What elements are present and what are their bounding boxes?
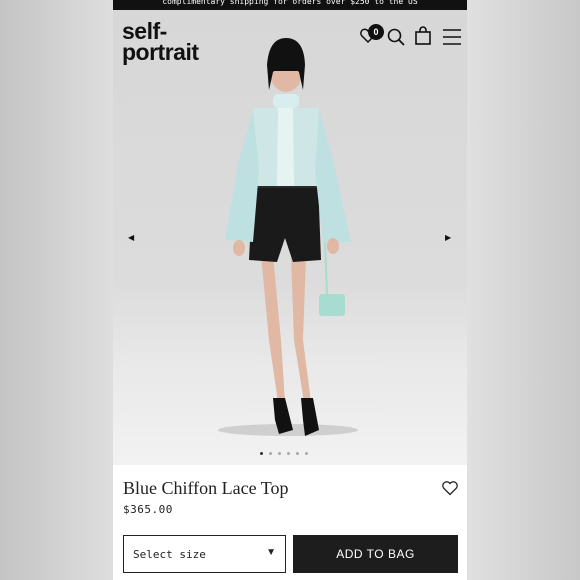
left-sleeve — [225, 110, 259, 242]
model-photo — [218, 38, 358, 436]
product-price: $365.00 — [123, 503, 173, 516]
gallery-dot[interactable] — [278, 452, 281, 455]
product-hero-image[interactable] — [113, 10, 467, 465]
handbag — [319, 294, 345, 316]
gallery-next-arrow[interactable]: ▶ — [445, 233, 451, 242]
size-select[interactable]: Select size ▼ — [123, 535, 286, 573]
gallery-dot[interactable] — [296, 452, 299, 455]
chevron-down-icon: ▼ — [266, 547, 276, 558]
product-title: Blue Chiffon Lace Top — [123, 478, 289, 498]
black-shorts — [249, 180, 321, 262]
brand-logo[interactable]: self- portrait — [122, 20, 199, 65]
promo-banner: complimentary shipping for orders over $… — [113, 0, 467, 10]
left-leg — [261, 255, 285, 402]
gallery-pagination — [260, 452, 308, 455]
gallery-dot[interactable] — [269, 452, 272, 455]
background-left — [0, 0, 113, 580]
left-hand — [233, 240, 245, 256]
right-leg — [291, 255, 311, 402]
right-sleeve — [315, 110, 351, 242]
size-select-label: Select size — [133, 548, 206, 561]
add-to-wishlist-heart-icon[interactable] — [441, 479, 459, 497]
bag-strap — [324, 241, 328, 296]
lace-panel — [277, 108, 294, 186]
mobile-page: complimentary shipping for orders over $… — [113, 0, 467, 580]
logo-line-2: portrait — [122, 39, 199, 65]
menu-icon[interactable] — [442, 28, 462, 46]
gallery-dot[interactable] — [305, 452, 308, 455]
right-hand — [327, 238, 339, 254]
gallery-dot[interactable] — [287, 452, 290, 455]
search-icon[interactable] — [386, 27, 406, 47]
sunglasses — [270, 62, 302, 71]
gallery-prev-arrow[interactable]: ◀ — [128, 233, 134, 242]
wishlist-count-badge: 0 — [368, 24, 384, 40]
gallery-dot[interactable] — [260, 452, 263, 455]
bag-icon[interactable] — [414, 26, 432, 46]
background-right — [467, 0, 580, 580]
ruffle-collar — [273, 94, 299, 108]
add-to-bag-button[interactable]: ADD TO BAG — [293, 535, 458, 573]
